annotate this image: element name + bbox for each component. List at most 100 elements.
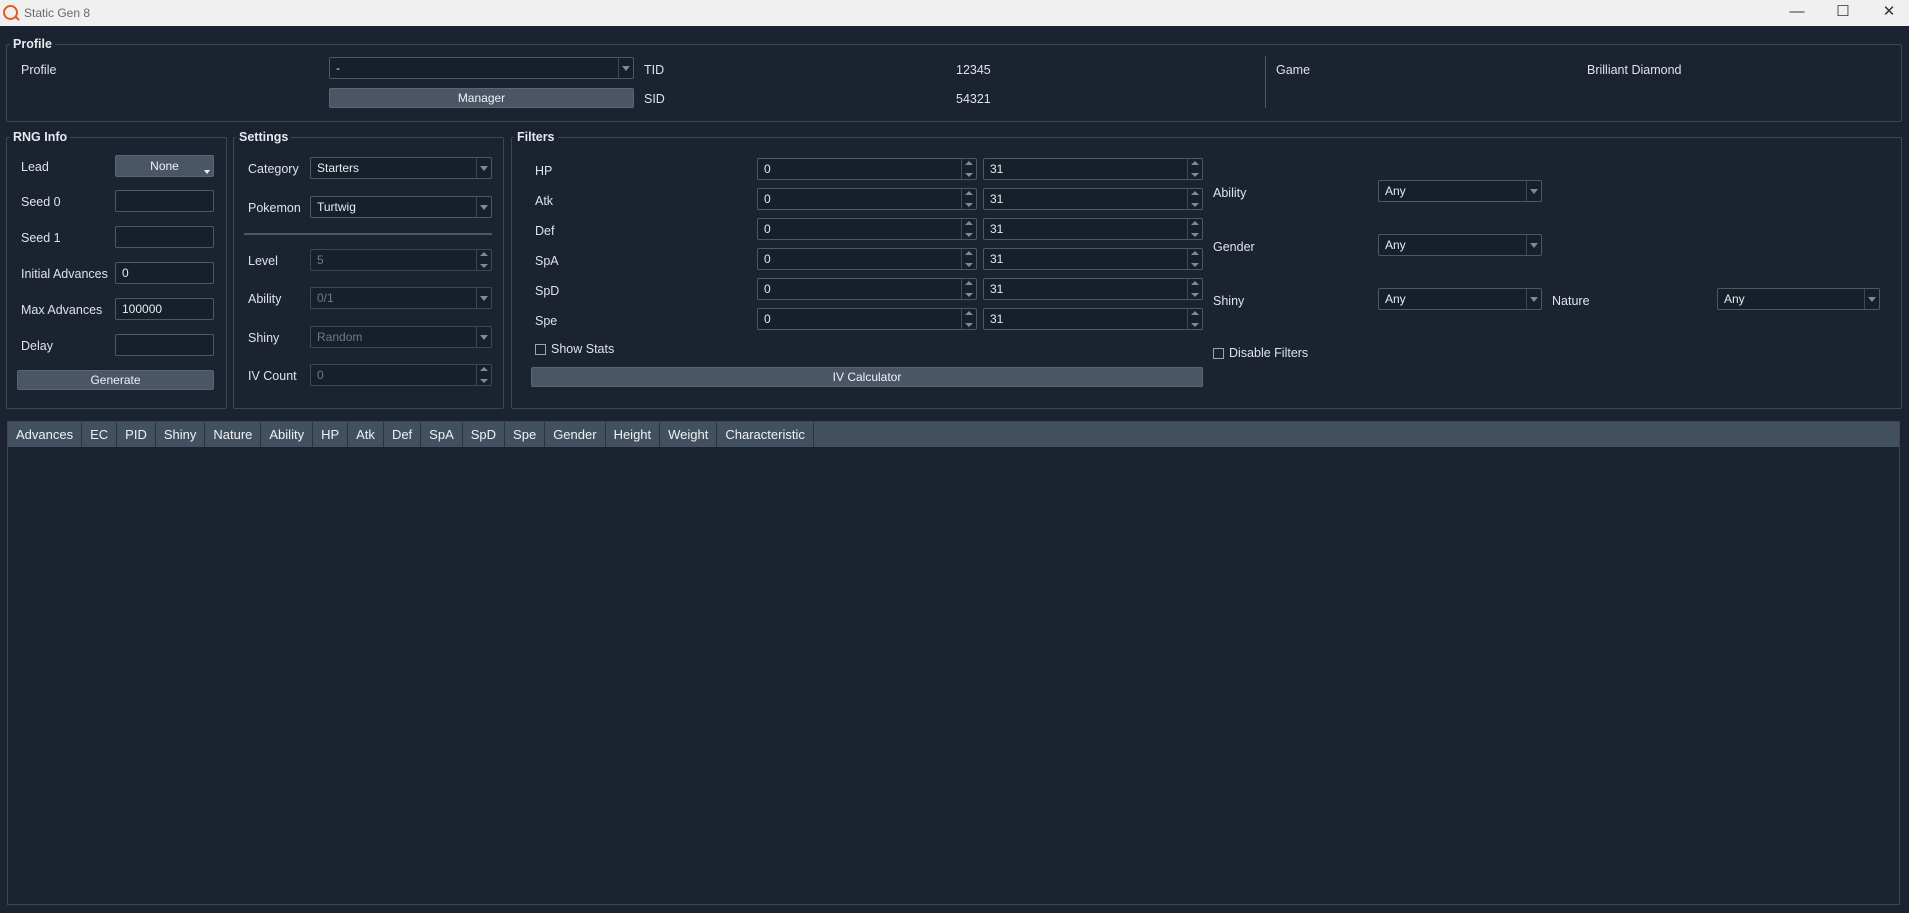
spin-arrows-icon [961, 279, 976, 299]
iv-count-spinbox-value: 0 [317, 368, 324, 382]
column-header-atk[interactable]: Atk [348, 422, 384, 447]
chevron-down-icon [476, 327, 491, 347]
iv-min-spe[interactable]: 0 [757, 308, 977, 330]
generate-button[interactable]: Generate [17, 370, 214, 390]
iv-calculator-button[interactable]: IV Calculator [531, 367, 1203, 387]
sid-value: 54321 [956, 92, 991, 106]
lead-dropdown-button[interactable]: None [115, 155, 214, 177]
spin-arrows-icon [961, 249, 976, 269]
spin-arrows-icon [476, 250, 491, 270]
spin-arrows-icon [1187, 249, 1202, 269]
iv-max-spe[interactable]: 31 [983, 308, 1203, 330]
ability-combobox[interactable]: 0/1 [310, 287, 492, 309]
tid-label: TID [644, 63, 665, 77]
seed0-input[interactable] [115, 190, 214, 212]
spin-arrows-icon [1187, 159, 1202, 179]
filter-gender-combobox[interactable]: Any [1378, 234, 1542, 256]
iv-label-def: Def [535, 224, 555, 238]
column-header-ability[interactable]: Ability [261, 422, 314, 447]
iv-count-spinbox[interactable]: 0 [310, 364, 492, 386]
spin-arrows-icon [961, 189, 976, 209]
spin-arrows-icon [1187, 279, 1202, 299]
iv-min-value: 0 [764, 252, 771, 266]
spin-arrows-icon [1187, 189, 1202, 209]
disable-filters-checkbox[interactable] [1213, 348, 1224, 359]
settings-group-title: Settings [236, 130, 292, 144]
iv-min-def[interactable]: 0 [757, 218, 977, 240]
column-header-def[interactable]: Def [384, 422, 422, 447]
iv-min-hp[interactable]: 0 [757, 158, 977, 180]
shiny-combobox[interactable]: Random [310, 326, 492, 348]
pokemon-combobox-value: Turtwig [317, 200, 356, 214]
seed0-label: Seed 0 [21, 195, 61, 209]
filter-nature-label: Nature [1552, 294, 1590, 308]
filter-gender-label: Gender [1213, 240, 1255, 254]
level-spinbox[interactable]: 5 [310, 249, 492, 271]
column-header-ec[interactable]: EC [82, 422, 118, 447]
initial-advances-input[interactable]: 0 [115, 262, 214, 284]
iv-max-spa[interactable]: 31 [983, 248, 1203, 270]
column-header-advances[interactable]: Advances [8, 422, 83, 447]
category-combobox-value: Starters [317, 161, 360, 175]
delay-input[interactable] [115, 334, 214, 356]
category-combobox[interactable]: Starters [310, 157, 492, 179]
seed1-label: Seed 1 [21, 231, 61, 245]
level-spinbox-value: 5 [317, 253, 324, 267]
column-header-nature[interactable]: Nature [205, 422, 262, 447]
iv-max-def[interactable]: 31 [983, 218, 1203, 240]
filter-nature-combobox[interactable]: Any [1717, 288, 1880, 310]
iv-min-atk[interactable]: 0 [757, 188, 977, 210]
manager-button[interactable]: Manager [329, 88, 634, 108]
category-label: Category [248, 162, 299, 176]
filter-ability-combobox[interactable]: Any [1378, 180, 1542, 202]
column-header-hp[interactable]: HP [313, 422, 349, 447]
profile-label: Profile [21, 63, 57, 77]
iv-max-spd[interactable]: 31 [983, 278, 1203, 300]
iv-count-label: IV Count [248, 369, 297, 383]
iv-min-spd[interactable]: 0 [757, 278, 977, 300]
filter-ability-value: Any [1385, 184, 1406, 198]
seed1-input[interactable] [115, 226, 214, 248]
column-header-characteristic[interactable]: Characteristic [717, 422, 814, 447]
maximize-button[interactable]: ☐ [1820, 0, 1866, 26]
iv-label-spe: Spe [535, 314, 558, 328]
column-header-height[interactable]: Height [606, 422, 661, 447]
profile-divider [1265, 56, 1266, 108]
iv-max-hp[interactable]: 31 [983, 158, 1203, 180]
show-stats-checkbox[interactable] [535, 344, 546, 355]
iv-min-spa[interactable]: 0 [757, 248, 977, 270]
minimize-button[interactable]: — [1774, 0, 1820, 26]
results-table[interactable]: Advances EC PID Shiny Nature Ability HP … [7, 421, 1900, 905]
sid-label: SID [644, 92, 665, 106]
column-header-gender[interactable]: Gender [545, 422, 606, 447]
pokemon-combobox[interactable]: Turtwig [310, 196, 492, 218]
profile-combobox[interactable]: - [329, 57, 634, 79]
column-header-spd[interactable]: SpD [463, 422, 506, 447]
spin-arrows-icon [961, 159, 976, 179]
column-header-weight[interactable]: Weight [660, 422, 718, 447]
app-logo-icon [3, 5, 18, 20]
column-header-spa[interactable]: SpA [421, 422, 463, 447]
filter-shiny-value: Any [1385, 292, 1406, 306]
iv-max-value: 31 [990, 192, 1004, 206]
column-header-shiny[interactable]: Shiny [156, 422, 206, 447]
max-advances-input[interactable]: 100000 [115, 298, 214, 320]
iv-max-atk[interactable]: 31 [983, 188, 1203, 210]
table-header: Advances EC PID Shiny Nature Ability HP … [8, 422, 1899, 447]
ability-label: Ability [248, 292, 282, 306]
chevron-down-icon [1526, 181, 1541, 201]
spin-arrows-icon [476, 365, 491, 385]
filter-gender-value: Any [1385, 238, 1406, 252]
game-value: Brilliant Diamond [1587, 63, 1682, 77]
close-button[interactable]: ✕ [1866, 0, 1909, 26]
iv-max-value: 31 [990, 162, 1004, 176]
column-header-spe[interactable]: Spe [505, 422, 546, 447]
iv-label-spd: SpD [535, 284, 560, 298]
chevron-down-icon [204, 170, 210, 174]
ability-combobox-value: 0/1 [317, 291, 334, 305]
chevron-down-icon [476, 158, 491, 178]
filter-shiny-combobox[interactable]: Any [1378, 288, 1542, 310]
column-header-pid[interactable]: PID [117, 422, 156, 447]
chevron-down-icon [618, 58, 633, 78]
iv-min-value: 0 [764, 312, 771, 326]
